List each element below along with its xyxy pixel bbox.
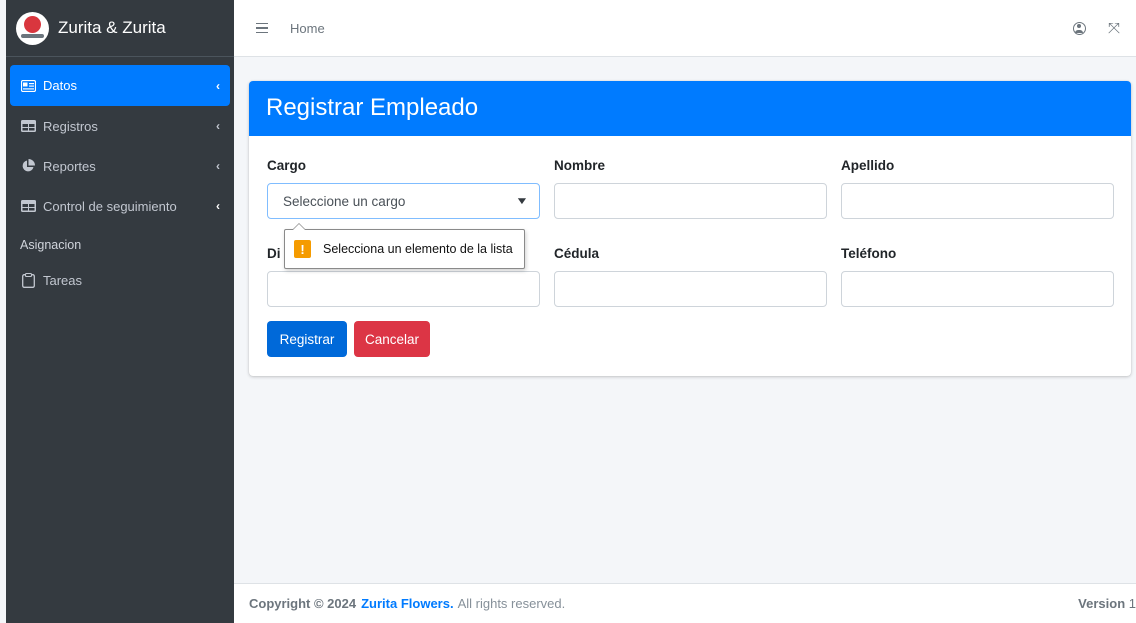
- telefono-label: Teléfono: [841, 246, 897, 261]
- version-label: Version: [1078, 596, 1126, 611]
- rights-text: All rights reserved.: [457, 596, 566, 611]
- version-info: Version 1: [1078, 596, 1136, 611]
- id-card-icon: [20, 79, 36, 93]
- nombre-field-group: Nombre: [554, 158, 827, 219]
- chevron-left-icon: ‹: [216, 119, 220, 133]
- user-icon[interactable]: [1072, 21, 1086, 35]
- sidebar-item-tareas[interactable]: Tareas: [10, 260, 230, 300]
- brand-name: Zurita & Zurita: [58, 18, 166, 37]
- cargo-select-value: Seleccione un cargo: [283, 193, 406, 209]
- clipboard-icon: [20, 272, 36, 288]
- cargo-label: Cargo: [267, 158, 307, 173]
- sidebar-item-datos[interactable]: Datos ‹: [10, 65, 230, 106]
- sidebar-item-reportes[interactable]: Reportes ‹: [10, 146, 230, 186]
- footer-company-link[interactable]: Zurita Flowers.: [361, 596, 453, 611]
- sidebar-item-label: Tareas: [43, 272, 83, 288]
- page-title: Registrar Empleado: [266, 94, 479, 121]
- validation-tooltip: ! Selecciona un elemento de la lista: [284, 223, 525, 269]
- cargo-select[interactable]: Seleccione un cargo ▼: [267, 183, 540, 219]
- table-icon: [20, 199, 36, 213]
- sidebar-item-label: Control de seguimiento: [43, 198, 177, 214]
- card-header: Registrar Empleado: [249, 81, 1131, 136]
- cedula-label: Cédula: [554, 246, 600, 261]
- nombre-label: Nombre: [554, 158, 606, 173]
- copyright-text: Copyright © 2024: [249, 596, 357, 611]
- sidebar-item-control-de-seguimiento[interactable]: Control de seguimiento ‹: [10, 186, 230, 226]
- version-number: 1: [1128, 596, 1136, 611]
- warning-icon: !: [294, 240, 311, 258]
- top-navbar: Home ⤧: [234, 0, 1136, 57]
- validation-message: Selecciona un elemento de la lista: [323, 242, 513, 256]
- chevron-left-icon: ‹: [216, 159, 220, 173]
- sidebar-item-label: Datos: [43, 78, 77, 93]
- apellido-input[interactable]: [841, 183, 1114, 219]
- chevron-left-icon: ‹: [216, 199, 220, 213]
- brand-logo: [16, 11, 49, 45]
- cedula-field-group: Cédula: [554, 246, 827, 307]
- sidebar-item-label: Registros: [43, 118, 98, 134]
- telefono-input[interactable]: [841, 271, 1114, 307]
- apellido-label: Apellido: [841, 158, 895, 173]
- chevron-down-icon: ▼: [515, 195, 529, 207]
- fullscreen-icon[interactable]: ⤧: [1108, 21, 1120, 36]
- nombre-input[interactable]: [554, 183, 827, 219]
- direccion-input[interactable]: [267, 271, 540, 307]
- telefono-field-group: Teléfono: [841, 246, 1114, 307]
- pie-chart-icon: [20, 159, 36, 173]
- chevron-left-icon: ‹: [216, 78, 220, 93]
- form-actions: Registrar Cancelar: [249, 321, 549, 357]
- cancel-button[interactable]: Cancelar: [354, 321, 430, 357]
- footer: Copyright © 2024 Zurita Flowers. All rig…: [234, 583, 1136, 623]
- sidebar-item-label: Reportes: [43, 158, 96, 174]
- cedula-input[interactable]: [554, 271, 827, 307]
- sidebar-item-registros[interactable]: Registros ‹: [10, 106, 230, 146]
- brand-link[interactable]: Zurita & Zurita: [6, 0, 234, 57]
- register-button[interactable]: Registrar: [267, 321, 347, 357]
- apellido-field-group: Apellido: [841, 158, 1114, 219]
- table-icon: [20, 119, 36, 133]
- menu-toggle-icon[interactable]: [256, 22, 268, 34]
- sidebar: Zurita & Zurita Datos ‹ Registros ‹ Repo…: [6, 0, 234, 623]
- nav-link-home[interactable]: Home: [290, 21, 325, 36]
- sidebar-nav: Datos ‹ Registros ‹ Reportes ‹ Control d…: [6, 57, 234, 300]
- cargo-field-group: Cargo Seleccione un cargo ▼: [267, 158, 540, 219]
